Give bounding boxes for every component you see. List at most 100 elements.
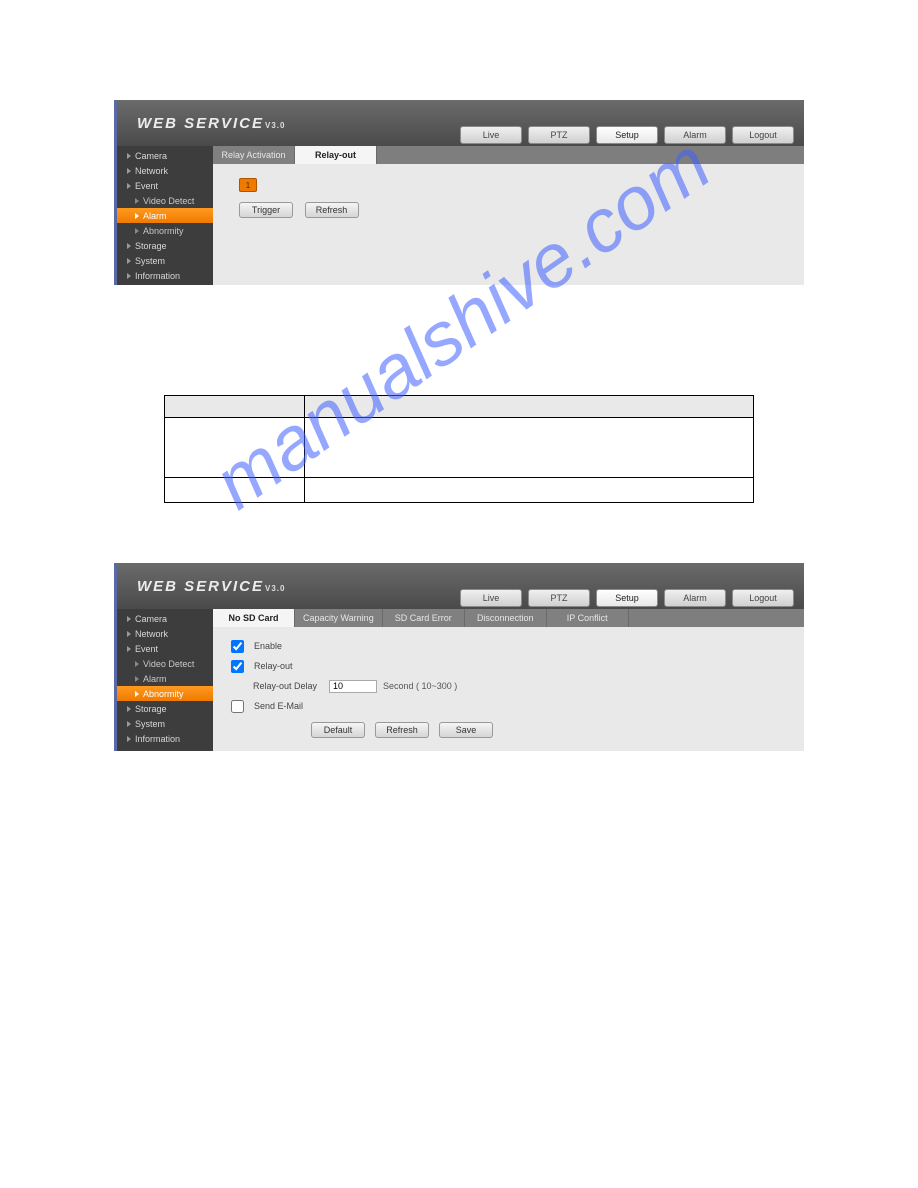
sidebar-label: Alarm <box>143 211 167 221</box>
panel-relay-out: 1 Trigger Refresh <box>213 164 804 232</box>
chevron-right-icon <box>127 273 131 279</box>
sidebar-label: Abnormity <box>143 689 184 699</box>
table-header-2 <box>305 396 754 418</box>
tabs-row: Relay Activation Relay-out <box>213 146 804 164</box>
sidebar-label: Camera <box>135 151 167 161</box>
app-header: WEB SERVICEV3.0 Live PTZ Setup Alarm Log… <box>117 100 804 146</box>
relay-out-delay-hint: Second ( 10~300 ) <box>383 681 457 691</box>
relay-out-delay-input[interactable] <box>329 680 377 693</box>
chevron-right-icon <box>127 631 131 637</box>
sidebar-system[interactable]: System <box>117 253 213 268</box>
sidebar-storage[interactable]: Storage <box>117 238 213 253</box>
nav-setup[interactable]: Setup <box>596 126 658 144</box>
table-cell <box>165 478 305 503</box>
relay-out-delay-label: Relay-out Delay <box>253 681 329 691</box>
table-cell <box>165 418 305 478</box>
sidebar-system[interactable]: System <box>117 716 213 731</box>
chevron-right-icon <box>135 691 139 697</box>
brand-logo: WEB SERVICEV3.0 <box>137 115 285 146</box>
tab-sd-card-error[interactable]: SD Card Error <box>383 609 465 627</box>
chevron-right-icon <box>127 168 131 174</box>
brand-version: V3.0 <box>265 121 285 130</box>
nav-setup[interactable]: Setup <box>596 589 658 607</box>
relay-channel-1[interactable]: 1 <box>239 178 257 192</box>
tab-relay-activation[interactable]: Relay Activation <box>213 146 295 164</box>
sidebar-camera[interactable]: Camera <box>117 611 213 626</box>
sidebar-label: Video Detect <box>143 196 194 206</box>
nav-ptz[interactable]: PTZ <box>528 126 590 144</box>
default-button[interactable]: Default <box>311 722 365 738</box>
sidebar-camera[interactable]: Camera <box>117 148 213 163</box>
sidebar-event[interactable]: Event <box>117 641 213 656</box>
sidebar-label: Storage <box>135 704 167 714</box>
enable-checkbox[interactable] <box>231 640 244 653</box>
nav-alarm[interactable]: Alarm <box>664 126 726 144</box>
nav-logout[interactable]: Logout <box>732 126 794 144</box>
nav-live[interactable]: Live <box>460 126 522 144</box>
nav-ptz[interactable]: PTZ <box>528 589 590 607</box>
brand-text: WEB SERVICE <box>137 578 264 595</box>
top-nav: Live PTZ Setup Alarm Logout <box>460 589 794 609</box>
chevron-right-icon <box>135 228 139 234</box>
chevron-right-icon <box>127 646 131 652</box>
tab-disconnection[interactable]: Disconnection <box>465 609 547 627</box>
sidebar-label: Abnormity <box>143 226 184 236</box>
sidebar: Camera Network Event Video Detect Alarm … <box>117 146 213 285</box>
sidebar-network[interactable]: Network <box>117 626 213 641</box>
sidebar-event[interactable]: Event <box>117 178 213 193</box>
sidebar-label: Network <box>135 166 168 176</box>
trigger-button[interactable]: Trigger <box>239 202 293 218</box>
refresh-button[interactable]: Refresh <box>305 202 359 218</box>
sidebar: Camera Network Event Video Detect Alarm … <box>117 609 213 751</box>
sidebar-alarm[interactable]: Alarm <box>117 671 213 686</box>
sidebar-abnormity[interactable]: Abnormity <box>117 223 213 238</box>
send-email-checkbox[interactable] <box>231 700 244 713</box>
brand-text: WEB SERVICE <box>137 115 264 132</box>
sidebar-label: Event <box>135 181 158 191</box>
chevron-right-icon <box>127 706 131 712</box>
sidebar-information[interactable]: Information <box>117 731 213 746</box>
chevron-right-icon <box>127 153 131 159</box>
tab-ip-conflict[interactable]: IP Conflict <box>547 609 629 627</box>
sidebar-abnormity[interactable]: Abnormity <box>117 686 213 701</box>
sidebar-alarm[interactable]: Alarm <box>117 208 213 223</box>
screenshot-abnormity: WEB SERVICEV3.0 Live PTZ Setup Alarm Log… <box>114 563 804 751</box>
tab-relay-out[interactable]: Relay-out <box>295 146 377 164</box>
enable-label: Enable <box>254 641 340 651</box>
nav-logout[interactable]: Logout <box>732 589 794 607</box>
sidebar-storage[interactable]: Storage <box>117 701 213 716</box>
tab-no-sd-card[interactable]: No SD Card <box>213 609 295 627</box>
sidebar-network[interactable]: Network <box>117 163 213 178</box>
chevron-right-icon <box>135 198 139 204</box>
sidebar-video-detect[interactable]: Video Detect <box>117 193 213 208</box>
screenshot-relay-out: WEB SERVICEV3.0 Live PTZ Setup Alarm Log… <box>114 100 804 285</box>
chevron-right-icon <box>135 676 139 682</box>
chevron-right-icon <box>127 183 131 189</box>
sidebar-video-detect[interactable]: Video Detect <box>117 656 213 671</box>
table-cell <box>305 418 754 478</box>
relay-out-checkbox[interactable] <box>231 660 244 673</box>
chevron-right-icon <box>135 213 139 219</box>
save-button[interactable]: Save <box>439 722 493 738</box>
relay-out-label: Relay-out <box>254 661 340 671</box>
sidebar-label: Video Detect <box>143 659 194 669</box>
sidebar-label: System <box>135 719 165 729</box>
refresh-button[interactable]: Refresh <box>375 722 429 738</box>
app-header: WEB SERVICEV3.0 Live PTZ Setup Alarm Log… <box>117 563 804 609</box>
sidebar-label: Alarm <box>143 674 167 684</box>
content-area: No SD Card Capacity Warning SD Card Erro… <box>213 609 804 751</box>
tab-capacity-warning[interactable]: Capacity Warning <box>295 609 383 627</box>
sidebar-information[interactable]: Information <box>117 268 213 283</box>
chevron-right-icon <box>135 661 139 667</box>
brand-logo: WEB SERVICEV3.0 <box>137 578 285 609</box>
tabs-row: No SD Card Capacity Warning SD Card Erro… <box>213 609 804 627</box>
send-email-label: Send E-Mail <box>254 701 340 711</box>
panel-no-sd-card: Enable Relay-out Relay-out Delay Second … <box>213 627 804 751</box>
sidebar-label: Information <box>135 734 180 744</box>
nav-live[interactable]: Live <box>460 589 522 607</box>
nav-alarm[interactable]: Alarm <box>664 589 726 607</box>
table-header-1 <box>165 396 305 418</box>
table-cell <box>305 478 754 503</box>
chevron-right-icon <box>127 258 131 264</box>
sidebar-label: System <box>135 256 165 266</box>
